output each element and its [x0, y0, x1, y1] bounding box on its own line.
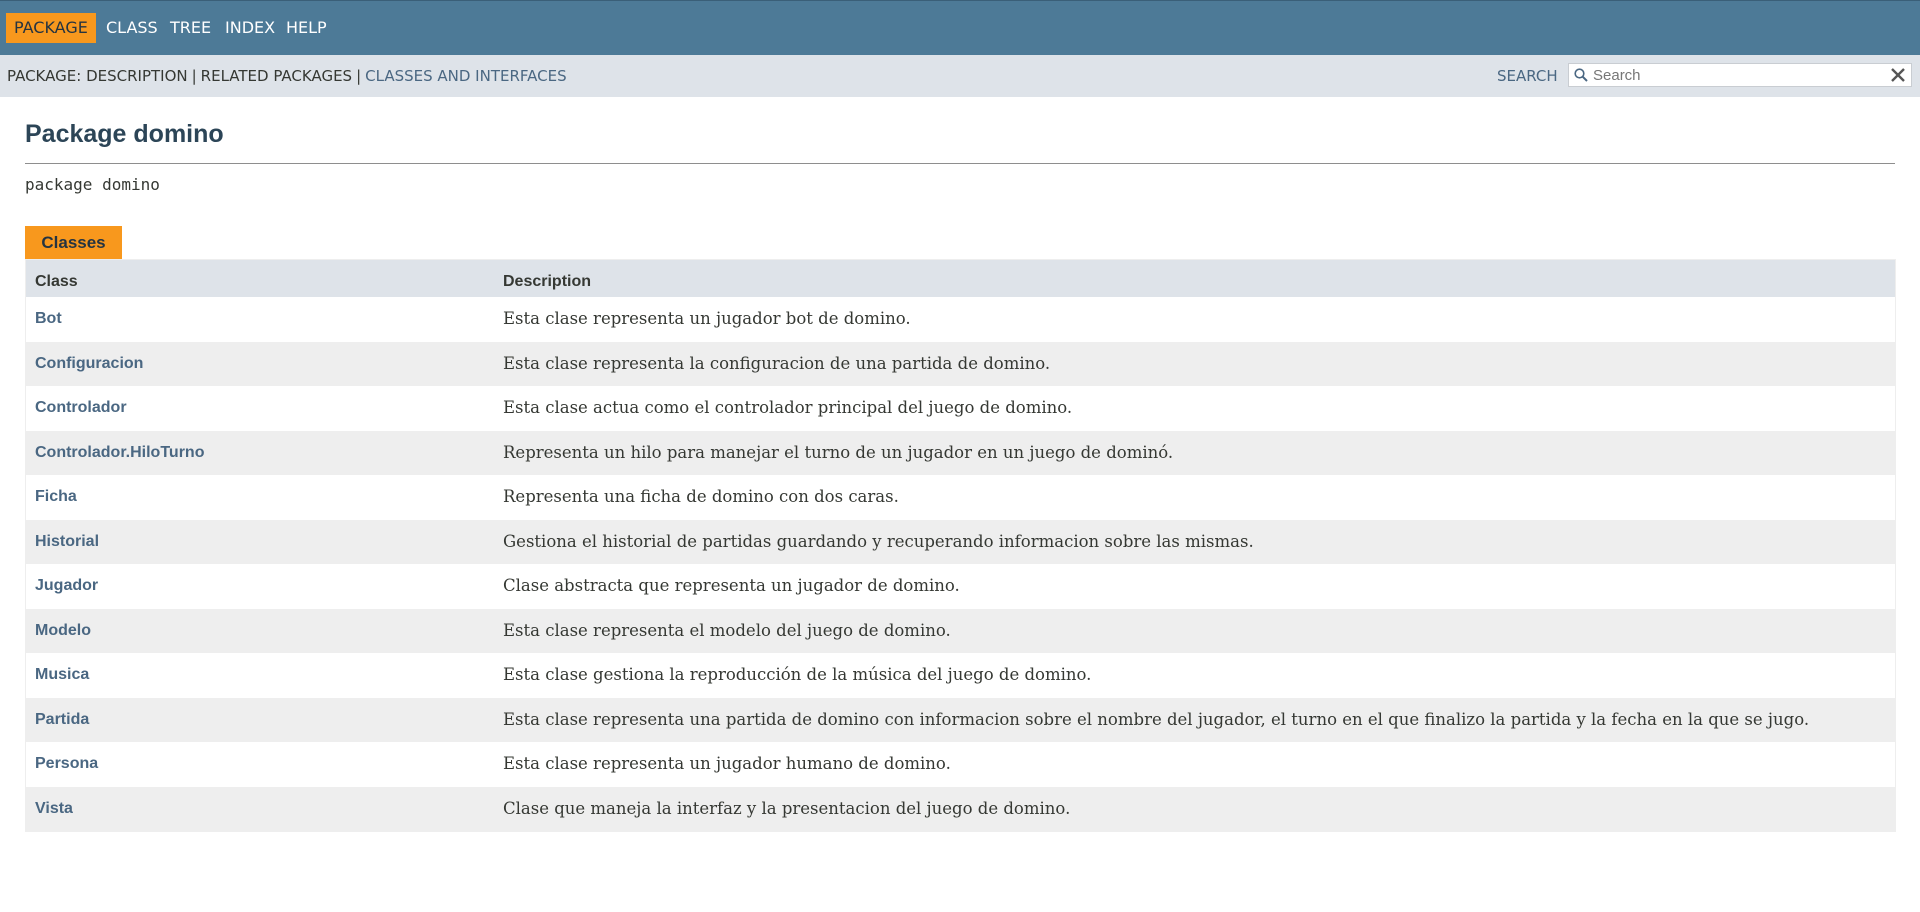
- subnav-classes-link[interactable]: CLASSES AND INTERFACES: [365, 67, 566, 85]
- table-row: Controlador.HiloTurno Representa un hilo…: [26, 430, 1895, 475]
- table-row: Ficha Representa una ficha de domino con…: [26, 475, 1895, 520]
- class-link[interactable]: Persona: [35, 742, 98, 786]
- subnav-package-label: PACKAGE:: [7, 67, 82, 85]
- subnav-links: PACKAGE: DESCRIPTION | RELATED PACKAGES | CL…: [7, 55, 567, 97]
- nav-index[interactable]: INDEX: [217, 13, 283, 43]
- class-description: Esta clase representa la configuracion d…: [503, 353, 1051, 373]
- table-row: Modelo Esta clase representa el modelo d…: [26, 608, 1895, 653]
- class-description: Clase abstracta que representa un jugado…: [503, 576, 960, 595]
- subnav-separator: |: [356, 67, 362, 85]
- class-summary-table: Class Description Bot Esta clase represe…: [25, 259, 1896, 832]
- table-row: Persona Esta clase representa un jugador…: [26, 742, 1895, 787]
- table-row: Configuracion Esta clase representa la c…: [26, 341, 1895, 386]
- search-input[interactable]: [1593, 64, 1883, 86]
- nav-class[interactable]: CLASS: [98, 13, 166, 43]
- class-link[interactable]: Vista: [35, 787, 73, 831]
- class-description: Esta clase representa el modelo del jueg…: [503, 620, 951, 640]
- class-link[interactable]: Ficha: [35, 475, 77, 519]
- class-link[interactable]: Bot: [35, 297, 62, 341]
- search-label: SEARCH: [1497, 67, 1558, 85]
- subnav-description[interactable]: DESCRIPTION: [86, 67, 188, 85]
- nav-package[interactable]: PACKAGE: [6, 13, 96, 43]
- reset-x-icon[interactable]: [1889, 66, 1907, 84]
- class-description: Clase que maneja la interfaz y la presen…: [503, 798, 1071, 818]
- page-title: Package domino: [25, 120, 224, 148]
- subnav-related-packages[interactable]: RELATED PACKAGES: [201, 67, 352, 85]
- nav-tree[interactable]: TREE: [162, 13, 219, 43]
- subnav-separator: |: [191, 67, 197, 85]
- table-body: Bot Esta clase representa un jugador bot…: [26, 297, 1895, 831]
- nav-help[interactable]: HELP: [278, 13, 335, 43]
- class-description: Representa una ficha de domino con dos c…: [503, 487, 899, 506]
- table-row: Musica Esta clase gestiona la reproducci…: [26, 653, 1895, 698]
- table-header: Class Description: [26, 260, 1895, 297]
- table-row: Partida Esta clase representa una partid…: [26, 697, 1895, 742]
- class-description: Esta clase actua como el controlador pri…: [503, 398, 1073, 417]
- class-description: Representa un hilo para manejar el turno…: [503, 442, 1174, 462]
- class-link[interactable]: Configuracion: [35, 342, 143, 386]
- magnifier-icon: [1574, 68, 1588, 82]
- class-link[interactable]: Controlador.HiloTurno: [35, 431, 204, 475]
- table-row: Bot Esta clase representa un jugador bot…: [26, 297, 1895, 342]
- search-box: [1568, 63, 1912, 87]
- table-row: Jugador Clase abstracta que representa u…: [26, 564, 1895, 609]
- class-description: Esta clase gestiona la reproducción de l…: [503, 665, 1092, 684]
- class-link[interactable]: Musica: [35, 653, 89, 697]
- package-signature: package domino: [25, 175, 160, 194]
- class-link[interactable]: Modelo: [35, 609, 91, 653]
- class-description: Gestiona el historial de partidas guarda…: [503, 531, 1254, 551]
- class-link[interactable]: Controlador: [35, 386, 127, 430]
- classes-tab[interactable]: Classes: [25, 226, 122, 259]
- top-navbar: PACKAGE CLASS TREE INDEX HELP: [0, 0, 1920, 55]
- class-link[interactable]: Partida: [35, 698, 89, 742]
- class-description: Esta clase representa un jugador humano …: [503, 754, 951, 773]
- table-row: Historial Gestiona el historial de parti…: [26, 519, 1895, 564]
- table-row: Controlador Esta clase actua como el con…: [26, 386, 1895, 431]
- class-description: Esta clase representa un jugador bot de …: [503, 309, 911, 328]
- table-row: Vista Clase que maneja la interfaz y la …: [26, 786, 1895, 831]
- class-link[interactable]: Historial: [35, 520, 99, 564]
- class-description: Esta clase representa una partida de dom…: [503, 709, 1810, 729]
- sub-navbar: PACKAGE: DESCRIPTION | RELATED PACKAGES | CL…: [0, 55, 1920, 97]
- title-divider: [25, 163, 1895, 164]
- class-link[interactable]: Jugador: [35, 564, 98, 608]
